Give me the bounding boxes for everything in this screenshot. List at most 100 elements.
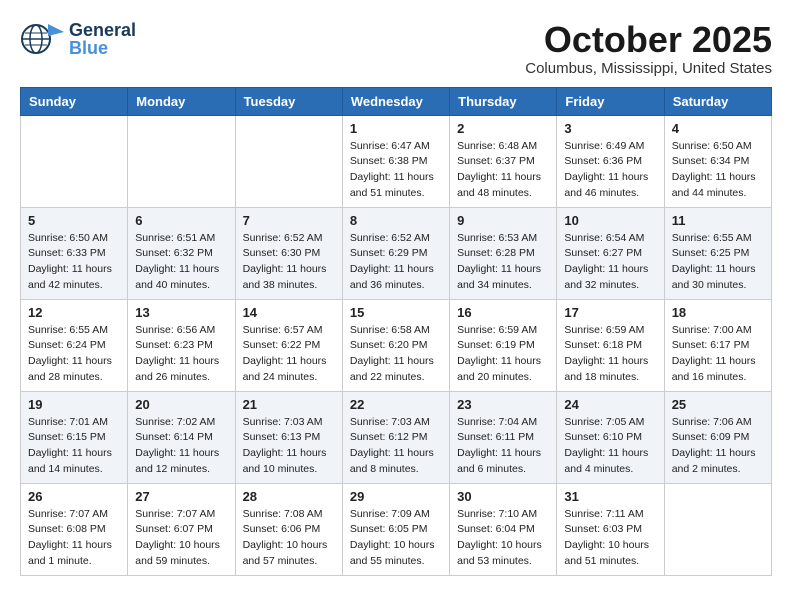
day-number: 9 <box>457 213 549 228</box>
day-number: 25 <box>672 397 764 412</box>
calendar-cell: 13 Sunrise: 6:56 AMSunset: 6:23 PMDayligh… <box>128 299 235 391</box>
calendar-header-wednesday: Wednesday <box>342 87 449 115</box>
logo-general-text: General <box>69 21 136 39</box>
calendar-cell: 8 Sunrise: 6:52 AMSunset: 6:29 PMDaylight… <box>342 207 449 299</box>
calendar-header-sunday: Sunday <box>21 87 128 115</box>
day-number: 29 <box>350 489 442 504</box>
calendar-cell <box>21 115 128 207</box>
day-info: Sunrise: 7:03 AMSunset: 6:12 PMDaylight:… <box>350 415 442 478</box>
calendar-cell: 9 Sunrise: 6:53 AMSunset: 6:28 PMDaylight… <box>450 207 557 299</box>
day-info: Sunrise: 6:47 AMSunset: 6:38 PMDaylight:… <box>350 139 442 202</box>
day-info: Sunrise: 6:57 AMSunset: 6:22 PMDaylight:… <box>243 323 335 386</box>
calendar-cell: 23Sunrise: 7:04 AMSunset: 6:11 PMDayligh… <box>450 391 557 483</box>
day-number: 27 <box>135 489 227 504</box>
day-number: 2 <box>457 121 549 136</box>
calendar-cell: 18Sunrise: 7:00 AMSunset: 6:17 PMDayligh… <box>664 299 771 391</box>
day-number: 17 <box>564 305 656 320</box>
day-number: 8 <box>350 213 442 228</box>
day-info: Sunrise: 6:49 AMSunset: 6:36 PMDaylight:… <box>564 139 656 202</box>
day-info: Sunrise: 6:51 AMSunset: 6:32 PMDaylight:… <box>135 231 227 294</box>
calendar-week-4: 19Sunrise: 7:01 AMSunset: 6:15 PMDayligh… <box>21 391 772 483</box>
calendar-cell: 26 Sunrise: 7:07 AMSunset: 6:08 PMDayligh… <box>21 483 128 575</box>
day-number: 24 <box>564 397 656 412</box>
day-info: Sunrise: 6:58 AMSunset: 6:20 PMDaylight:… <box>350 323 442 386</box>
logo: General Blue <box>20 20 136 58</box>
month-title: October 2025 <box>525 20 772 60</box>
logo-text: General Blue <box>69 21 136 57</box>
calendar-cell: 7Sunrise: 6:52 AMSunset: 6:30 PMDaylight… <box>235 207 342 299</box>
day-number: 13 <box>135 305 227 320</box>
calendar-cell: 31Sunrise: 7:11 AMSunset: 6:03 PMDayligh… <box>557 483 664 575</box>
calendar-cell: 10 Sunrise: 6:54 AMSunset: 6:27 PMDayligh… <box>557 207 664 299</box>
day-info: Sunrise: 6:53 AMSunset: 6:28 PMDaylight:… <box>457 231 549 294</box>
calendar-cell: 1 Sunrise: 6:47 AMSunset: 6:38 PMDaylight… <box>342 115 449 207</box>
calendar-cell: 11Sunrise: 6:55 AMSunset: 6:25 PMDayligh… <box>664 207 771 299</box>
day-info: Sunrise: 7:02 AMSunset: 6:14 PMDaylight:… <box>135 415 227 478</box>
day-number: 6 <box>135 213 227 228</box>
calendar-header-monday: Monday <box>128 87 235 115</box>
day-number: 26 <box>28 489 120 504</box>
calendar-cell: 17Sunrise: 6:59 AMSunset: 6:18 PMDayligh… <box>557 299 664 391</box>
day-info: Sunrise: 7:06 AMSunset: 6:09 PMDaylight:… <box>672 415 764 478</box>
calendar-week-3: 12 Sunrise: 6:55 AMSunset: 6:24 PMDayligh… <box>21 299 772 391</box>
calendar-cell: 20Sunrise: 7:02 AMSunset: 6:14 PMDayligh… <box>128 391 235 483</box>
calendar-cell: 30Sunrise: 7:10 AMSunset: 6:04 PMDayligh… <box>450 483 557 575</box>
day-info: Sunrise: 6:56 AMSunset: 6:23 PMDaylight:… <box>135 323 227 386</box>
day-number: 11 <box>672 213 764 228</box>
day-info: Sunrise: 6:59 AMSunset: 6:19 PMDaylight:… <box>457 323 549 386</box>
calendar-header-saturday: Saturday <box>664 87 771 115</box>
day-number: 19 <box>28 397 120 412</box>
calendar-cell: 29 Sunrise: 7:09 AMSunset: 6:05 PMDayligh… <box>342 483 449 575</box>
calendar-header-thursday: Thursday <box>450 87 557 115</box>
calendar-week-2: 5 Sunrise: 6:50 AMSunset: 6:33 PMDaylight… <box>21 207 772 299</box>
calendar-header-friday: Friday <box>557 87 664 115</box>
calendar-table: SundayMondayTuesdayWednesdayThursdayFrid… <box>20 87 772 576</box>
calendar-cell: 19Sunrise: 7:01 AMSunset: 6:15 PMDayligh… <box>21 391 128 483</box>
day-number: 4 <box>672 121 764 136</box>
day-number: 14 <box>243 305 335 320</box>
calendar-cell: 21 Sunrise: 7:03 AMSunset: 6:13 PMDayligh… <box>235 391 342 483</box>
calendar-cell: 25 Sunrise: 7:06 AMSunset: 6:09 PMDayligh… <box>664 391 771 483</box>
calendar-cell: 12 Sunrise: 6:55 AMSunset: 6:24 PMDayligh… <box>21 299 128 391</box>
calendar-cell: 24Sunrise: 7:05 AMSunset: 6:10 PMDayligh… <box>557 391 664 483</box>
day-number: 15 <box>350 305 442 320</box>
calendar-header-tuesday: Tuesday <box>235 87 342 115</box>
calendar-week-1: 1 Sunrise: 6:47 AMSunset: 6:38 PMDaylight… <box>21 115 772 207</box>
day-number: 16 <box>457 305 549 320</box>
day-number: 22 <box>350 397 442 412</box>
location: Columbus, Mississippi, United States <box>525 60 772 77</box>
logo-blue-text: Blue <box>69 39 136 57</box>
day-info: Sunrise: 7:08 AMSunset: 6:06 PMDaylight:… <box>243 507 335 570</box>
calendar-cell: 27Sunrise: 7:07 AMSunset: 6:07 PMDayligh… <box>128 483 235 575</box>
day-number: 1 <box>350 121 442 136</box>
day-info: Sunrise: 6:50 AMSunset: 6:33 PMDaylight:… <box>28 231 120 294</box>
day-info: Sunrise: 7:07 AMSunset: 6:08 PMDaylight:… <box>28 507 120 570</box>
day-number: 5 <box>28 213 120 228</box>
day-number: 12 <box>28 305 120 320</box>
day-info: Sunrise: 6:52 AMSunset: 6:29 PMDaylight:… <box>350 231 442 294</box>
calendar-cell: 5 Sunrise: 6:50 AMSunset: 6:33 PMDaylight… <box>21 207 128 299</box>
day-info: Sunrise: 6:48 AMSunset: 6:37 PMDaylight:… <box>457 139 549 202</box>
day-number: 28 <box>243 489 335 504</box>
calendar-week-5: 26 Sunrise: 7:07 AMSunset: 6:08 PMDayligh… <box>21 483 772 575</box>
calendar-header-row: SundayMondayTuesdayWednesdayThursdayFrid… <box>21 87 772 115</box>
calendar-cell: 15 Sunrise: 6:58 AMSunset: 6:20 PMDayligh… <box>342 299 449 391</box>
day-info: Sunrise: 7:03 AMSunset: 6:13 PMDaylight:… <box>243 415 335 478</box>
day-info: Sunrise: 7:04 AMSunset: 6:11 PMDaylight:… <box>457 415 549 478</box>
day-info: Sunrise: 6:55 AMSunset: 6:24 PMDaylight:… <box>28 323 120 386</box>
day-number: 31 <box>564 489 656 504</box>
title-block: October 2025 Columbus, Mississippi, Unit… <box>525 20 772 77</box>
calendar-cell: 28 Sunrise: 7:08 AMSunset: 6:06 PMDayligh… <box>235 483 342 575</box>
day-info: Sunrise: 7:09 AMSunset: 6:05 PMDaylight:… <box>350 507 442 570</box>
day-info: Sunrise: 7:00 AMSunset: 6:17 PMDaylight:… <box>672 323 764 386</box>
day-number: 7 <box>243 213 335 228</box>
calendar-cell <box>235 115 342 207</box>
calendar-cell: 4Sunrise: 6:50 AMSunset: 6:34 PMDaylight… <box>664 115 771 207</box>
day-info: Sunrise: 6:54 AMSunset: 6:27 PMDaylight:… <box>564 231 656 294</box>
day-number: 10 <box>564 213 656 228</box>
calendar-cell <box>664 483 771 575</box>
calendar-cell: 22 Sunrise: 7:03 AMSunset: 6:12 PMDayligh… <box>342 391 449 483</box>
day-number: 30 <box>457 489 549 504</box>
day-number: 3 <box>564 121 656 136</box>
day-number: 21 <box>243 397 335 412</box>
